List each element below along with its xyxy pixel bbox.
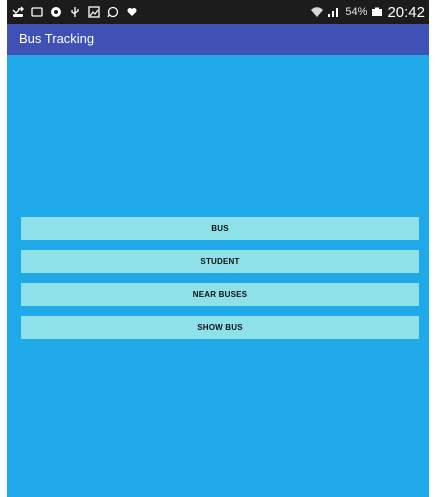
image-icon — [88, 6, 100, 18]
clock: 20:42 — [387, 3, 425, 21]
system-status: 54% 20:42 — [311, 0, 425, 24]
signal-icon — [327, 6, 341, 18]
near-buses-button[interactable]: NEAR BUSES — [21, 283, 419, 306]
app-bar: Bus Tracking — [7, 24, 429, 55]
show-bus-button[interactable]: SHOW BUS — [21, 316, 419, 339]
battery-percent: 54% — [345, 6, 368, 18]
wifi-icon — [311, 6, 324, 18]
chrome-icon — [50, 6, 62, 18]
bus-button[interactable]: BUS — [21, 217, 419, 240]
cast-icon — [31, 6, 43, 18]
student-button[interactable]: STUDENT — [21, 250, 419, 273]
heart-icon — [126, 6, 138, 18]
status-bar: 54% 20:42 — [7, 0, 429, 24]
usb-icon — [69, 6, 81, 18]
app-screen: 54% 20:42 Bus Tracking BUS STUDENT NEAR … — [7, 0, 429, 497]
missed-call-icon — [12, 6, 24, 18]
whatsapp-icon — [107, 6, 119, 18]
battery-icon — [371, 6, 383, 18]
notification-icons — [12, 3, 138, 21]
app-title: Bus Tracking — [19, 31, 95, 46]
